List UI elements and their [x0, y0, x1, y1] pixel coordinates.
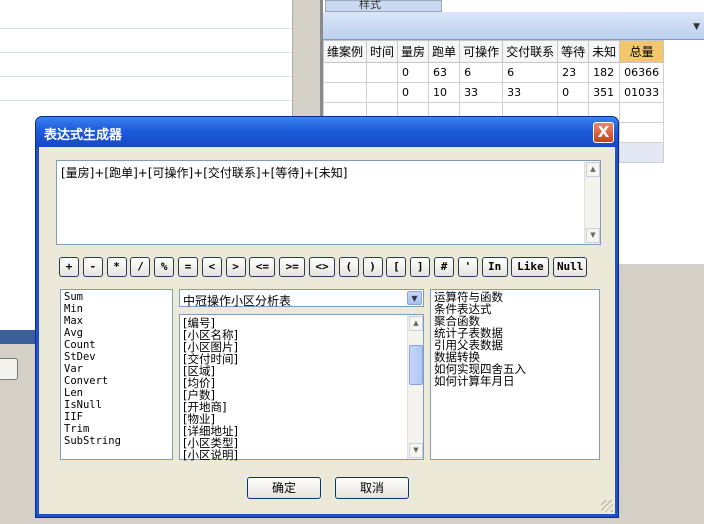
function-item[interactable]: Var	[64, 363, 169, 375]
dialog-title: 表达式生成器	[44, 128, 123, 143]
help-topic-item[interactable]: 如何计算年月日	[434, 375, 596, 387]
table-select-value: 中冠操作小区分析表	[183, 294, 292, 308]
table-cell[interactable]: 23	[557, 62, 590, 83]
function-list[interactable]: Sum Min Max Avg Count StDev Var Convert Len IsNul…	[60, 289, 173, 460]
operator-button[interactable]: <	[201, 257, 222, 277]
expression-builder-dialog: 表达式生成器 X [量房]+[跑单]+[可操作]+[交付联系]+[等待]+[未知…	[36, 117, 618, 517]
operator-button[interactable]: [	[386, 257, 407, 277]
scroll-down-icon[interactable]: ▼	[409, 443, 423, 458]
function-item[interactable]: StDev	[64, 351, 169, 363]
operator-button[interactable]: Like	[511, 257, 550, 277]
function-item[interactable]: SubString	[64, 435, 169, 447]
operator-button[interactable]: >=	[279, 257, 306, 277]
field-list[interactable]: [编号] [小区名称] [小区图片] [交付时间] [区域] [均价] [户数] [开地商][…	[179, 314, 424, 461]
operator-button[interactable]: #	[434, 257, 454, 277]
table-cell[interactable]: 06366	[619, 62, 665, 83]
field-list-scrollbar[interactable]: ▲ ▼	[407, 315, 423, 459]
operator-button[interactable]: +	[59, 257, 79, 277]
background-button[interactable]	[0, 358, 18, 380]
table-cell[interactable]	[322, 62, 368, 83]
operator-button[interactable]: *	[106, 257, 127, 277]
operator-button[interactable]: %	[154, 257, 175, 277]
grid-line	[0, 100, 292, 101]
table-cell[interactable]: 0	[397, 82, 430, 103]
scroll-up-icon[interactable]: ▲	[409, 316, 423, 331]
scroll-down-icon[interactable]: ▼	[586, 228, 600, 243]
operator-button[interactable]: <=	[249, 257, 276, 277]
operator-button[interactable]: )	[362, 257, 383, 277]
tab-style[interactable]: 样式	[325, 0, 442, 12]
function-item[interactable]: IsNull	[64, 399, 169, 411]
grid-line	[0, 28, 292, 29]
scroll-thumb[interactable]	[409, 345, 423, 385]
table-cell[interactable]: 01033	[619, 82, 665, 103]
operator-button[interactable]: Null	[553, 257, 588, 277]
expression-text: [量房]+[跑单]+[可操作]+[交付联系]+[等待]+[未知]	[61, 166, 348, 180]
column-header[interactable]: 等待	[557, 40, 590, 63]
table-cell[interactable]	[322, 82, 368, 103]
column-header[interactable]: 维案例	[322, 40, 368, 63]
column-header[interactable]: 跑单	[428, 40, 461, 63]
grid-line	[0, 76, 292, 77]
function-item[interactable]: Trim	[64, 423, 169, 435]
table-cell[interactable]: 351	[588, 82, 621, 103]
function-item[interactable]: Avg	[64, 327, 169, 339]
chevron-down-icon[interactable]: ▼	[407, 291, 422, 305]
table-cell[interactable]	[619, 122, 665, 143]
operator-button[interactable]: In	[481, 257, 508, 277]
function-item[interactable]: Convert	[64, 375, 169, 387]
table-cell[interactable]: 10	[428, 82, 461, 103]
expression-scrollbar[interactable]: ▲ ▼	[584, 161, 600, 244]
field-item[interactable]: [小区说明]	[183, 449, 238, 461]
function-item[interactable]: Len	[64, 387, 169, 399]
function-item[interactable]: Sum	[64, 291, 169, 303]
function-item[interactable]: IIF	[64, 411, 169, 423]
column-header[interactable]: 总量	[619, 40, 665, 63]
operator-button[interactable]: =	[178, 257, 198, 277]
table-row[interactable]: 0 63 6 6 23 182 06366	[322, 62, 665, 83]
operator-button[interactable]: ]	[410, 257, 431, 277]
column-header[interactable]: 时间	[366, 40, 399, 63]
scroll-up-icon[interactable]: ▲	[586, 162, 600, 177]
table-cell[interactable]: 33	[502, 82, 559, 103]
ok-button[interactable]: 确定	[247, 477, 321, 499]
grid-line	[0, 52, 292, 53]
background-header-band: ▼	[323, 12, 704, 40]
table-cell[interactable]: 6	[459, 62, 504, 83]
dropdown-arrow-icon[interactable]: ▼	[693, 22, 700, 32]
table-cell[interactable]	[619, 102, 665, 123]
table-cell[interactable]	[366, 62, 399, 83]
operator-button[interactable]: (	[338, 257, 359, 277]
function-item[interactable]: Count	[64, 339, 169, 351]
column-header[interactable]: 未知	[588, 40, 621, 63]
function-item[interactable]: Min	[64, 303, 169, 315]
table-select[interactable]: 中冠操作小区分析表 ▼	[179, 289, 424, 308]
resize-grip-icon[interactable]	[601, 500, 613, 512]
operator-button[interactable]: >	[225, 257, 246, 277]
operator-button[interactable]: '	[457, 257, 478, 277]
column-header[interactable]: 可操作	[459, 40, 504, 63]
table-cell[interactable]	[619, 142, 665, 163]
close-button[interactable]: X	[593, 122, 614, 143]
table-header-row: 维案例 时间 量房 跑单 可操作 交付联系 等待 未知 总量	[322, 40, 665, 63]
dialog-title-bar[interactable]: 表达式生成器 X	[36, 117, 618, 147]
column-header[interactable]: 交付联系	[502, 40, 559, 63]
table-cell[interactable]	[366, 82, 399, 103]
function-item[interactable]: Max	[64, 315, 169, 327]
table-cell[interactable]: 182	[588, 62, 621, 83]
column-header[interactable]: 量房	[397, 40, 430, 63]
operator-button[interactable]: <>	[309, 257, 335, 277]
table-cell[interactable]: 0	[557, 82, 590, 103]
cancel-button[interactable]: 取消	[335, 477, 409, 499]
expression-textarea[interactable]: [量房]+[跑单]+[可操作]+[交付联系]+[等待]+[未知] ▲ ▼	[56, 160, 601, 245]
operator-button[interactable]: /	[130, 257, 151, 277]
help-topic-list[interactable]: 运算符与函数 条件表达式 聚合函数 统计子表数据 引用父表数据 数据转换 如何实现四舍五入如…	[430, 289, 600, 460]
table-cell[interactable]: 63	[428, 62, 461, 83]
table-cell[interactable]: 6	[502, 62, 559, 83]
table-cell[interactable]: 33	[459, 82, 504, 103]
table-row[interactable]: 0 10 33 33 0 351 01033	[322, 82, 665, 103]
table-cell[interactable]: 0	[397, 62, 430, 83]
operator-button[interactable]: -	[82, 257, 103, 277]
